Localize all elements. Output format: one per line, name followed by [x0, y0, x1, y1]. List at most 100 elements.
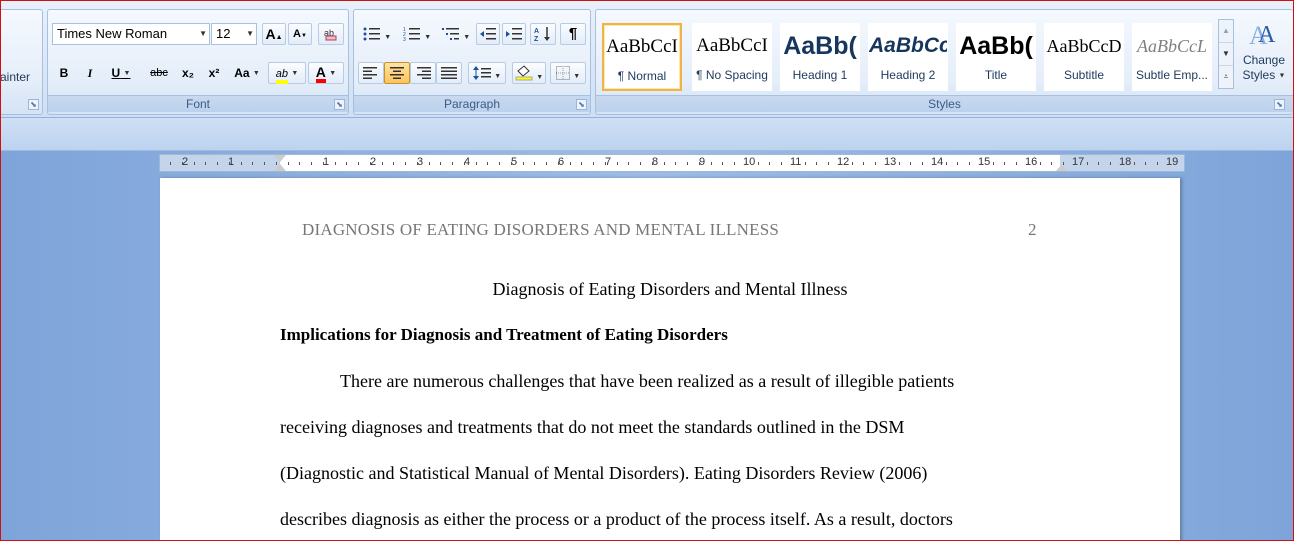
line-spacing-button[interactable]: ▼ [468, 62, 506, 84]
align-left-button[interactable] [358, 62, 384, 84]
align-right-button[interactable] [410, 62, 436, 84]
bold-button[interactable]: B [52, 62, 76, 84]
style-heading-1[interactable]: AaBb( Heading 1 [780, 23, 860, 91]
chevron-down-icon[interactable]: ▼ [463, 34, 470, 41]
ruler-tick [840, 162, 841, 165]
shrink-font-label: A [293, 28, 301, 40]
superscript-button[interactable]: x² [202, 62, 226, 84]
change-case-button[interactable]: Aa ▼ [230, 62, 264, 84]
increase-indent-button[interactable] [502, 23, 526, 45]
style-sample: AaBbCcI [696, 35, 768, 56]
ruler-label: 16 [1025, 156, 1038, 168]
ruler-label: 12 [837, 156, 850, 168]
chevron-down-icon[interactable]: ▼ [246, 24, 254, 44]
style-title[interactable]: AaBb( Title [956, 23, 1036, 91]
strikethrough-label: abc [150, 67, 168, 79]
font-size-combo[interactable]: 12 ▼ [211, 23, 257, 45]
ruler-tick [511, 162, 512, 165]
font-name-value: Times New Roman [57, 26, 168, 41]
ruler-tick [417, 162, 418, 165]
ruler-tick [229, 162, 230, 165]
justify-button[interactable] [436, 62, 462, 84]
borders-button[interactable]: ▼ [550, 62, 586, 84]
scroll-up-icon[interactable]: ▲ [1219, 20, 1233, 42]
highlight-pen-icon: ab [275, 68, 288, 84]
change-styles-label-line1: Change [1242, 53, 1286, 67]
first-line-indent-marker[interactable] [274, 155, 286, 162]
chevron-down-icon[interactable]: ▼ [124, 70, 131, 77]
scroll-down-icon[interactable]: ▼ [1219, 42, 1233, 65]
sort-button[interactable]: AZ [530, 23, 556, 45]
chevron-down-icon[interactable]: ▼ [329, 70, 336, 77]
chevron-down-icon[interactable]: ▼ [494, 73, 501, 80]
ruler-tick [264, 162, 265, 165]
style-no-spacing[interactable]: AaBbCcI ¶ No Spacing [692, 23, 772, 91]
ruler-tick [593, 162, 594, 165]
clipboard-dialog-launcher[interactable]: ⬊ [28, 99, 39, 110]
horizontal-ruler[interactable]: 2 1 1 2 3 4 5 6 7 8 9 10 11 12 13 14 15 … [159, 154, 1185, 172]
right-indent-marker[interactable] [1056, 164, 1068, 171]
ruler-label: 14 [931, 156, 944, 168]
underline-button[interactable]: U ▼ [104, 62, 138, 84]
chevron-down-icon[interactable]: ▼ [384, 34, 391, 41]
ruler-tick [1110, 162, 1111, 165]
ruler-tick [781, 162, 782, 165]
shading-button[interactable]: ▼ [512, 62, 546, 84]
justify-icon [441, 67, 457, 79]
bullets-button[interactable]: ▼ [358, 23, 396, 45]
ruler-tick [617, 162, 618, 165]
ruler-tick [769, 162, 770, 165]
format-painter-button[interactable]: ainter [1, 70, 30, 84]
border-grid-icon [555, 66, 570, 80]
chevron-down-icon[interactable]: ▼ [573, 73, 580, 80]
chevron-down-icon[interactable]: ▼ [291, 70, 298, 77]
style-subtitle[interactable]: AaBbCcD Subtitle [1044, 23, 1124, 91]
style-normal[interactable]: AaBbCcI ¶ Normal [602, 23, 682, 91]
text-highlight-button[interactable]: ab ▼ [268, 62, 306, 84]
ruler-tick [1028, 162, 1029, 165]
style-name: Subtle Emp... [1135, 68, 1209, 82]
font-group: Times New Roman ▼ 12 ▼ A▲ A▼ ab B I U ▼ … [47, 9, 349, 115]
ruler-tick [182, 162, 183, 165]
show-formatting-marks-button[interactable]: ¶ [560, 23, 586, 45]
align-center-button[interactable] [384, 62, 410, 84]
chevron-down-icon[interactable]: ▼ [199, 24, 207, 44]
font-color-button[interactable]: A ▼ [308, 62, 344, 84]
font-dialog-launcher[interactable]: ⬊ [334, 99, 345, 110]
grow-font-button[interactable]: A▲ [262, 23, 286, 45]
change-styles-label-line2: Styles [1242, 68, 1276, 82]
ruler-tick [534, 162, 535, 165]
shrink-font-button[interactable]: A▼ [288, 23, 312, 45]
numbering-button[interactable]: 123 ▼ [398, 23, 436, 45]
line-spacing-icon [472, 66, 491, 80]
chevron-down-icon[interactable]: ▼ [424, 34, 431, 41]
ruler-tick [687, 162, 688, 165]
subscript-button[interactable]: x₂ [176, 62, 200, 84]
more-styles-icon[interactable]: ⩡ [1219, 65, 1233, 88]
chevron-down-icon[interactable]: ▼ [1279, 72, 1286, 79]
font-name-combo[interactable]: Times New Roman ▼ [52, 23, 210, 45]
paragraph-line: describes diagnosis as either the proces… [280, 509, 953, 529]
ruler-tick [605, 162, 606, 165]
decrease-indent-button[interactable] [476, 23, 500, 45]
sort-az-icon: AZ [534, 27, 550, 43]
ruler-tick [805, 162, 806, 165]
ruler-label: 17 [1072, 156, 1085, 168]
style-heading-2[interactable]: AaBbCc Heading 2 [868, 23, 948, 91]
styles-group: AaBbCcI ¶ Normal AaBbCcI ¶ No Spacing Aa… [595, 9, 1293, 115]
strikethrough-button[interactable]: abc [144, 62, 174, 84]
chevron-down-icon[interactable]: ▼ [253, 70, 260, 77]
ribbon-bottom-bar [1, 118, 1293, 151]
change-styles-button[interactable]: A A Change Styles ▼ [1236, 14, 1292, 96]
italic-button[interactable]: I [78, 62, 102, 84]
clear-formatting-button[interactable]: ab [318, 23, 344, 45]
hanging-indent-marker[interactable] [274, 164, 286, 171]
styles-dialog-launcher[interactable]: ⬊ [1274, 99, 1285, 110]
ruler-tick [746, 162, 747, 165]
align-center-icon [390, 67, 404, 79]
chevron-down-icon[interactable]: ▼ [536, 74, 543, 81]
document-page[interactable]: DIAGNOSIS OF EATING DISORDERS AND MENTAL… [160, 178, 1180, 540]
paragraph-dialog-launcher[interactable]: ⬊ [576, 99, 587, 110]
style-subtle-emphasis[interactable]: AaBbCcL Subtle Emp... [1132, 23, 1212, 91]
multilevel-list-button[interactable]: ▼ [438, 23, 474, 45]
